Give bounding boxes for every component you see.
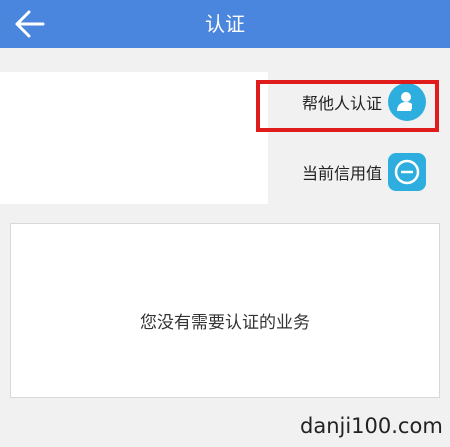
- watermark-text: danji100.com: [300, 408, 450, 444]
- current-credit-button[interactable]: 当前信用值: [302, 150, 426, 194]
- highlight-annotation: [256, 80, 439, 132]
- blank-area: [0, 72, 268, 204]
- credit-gauge-icon: [388, 153, 426, 191]
- verification-list-card: 您没有需要认证的业务: [10, 223, 440, 398]
- empty-state-message: 您没有需要认证的业务: [140, 313, 310, 333]
- page-title: 认证: [205, 12, 245, 36]
- current-credit-label: 当前信用值: [301, 164, 382, 183]
- header-bar: 认证: [0, 0, 450, 48]
